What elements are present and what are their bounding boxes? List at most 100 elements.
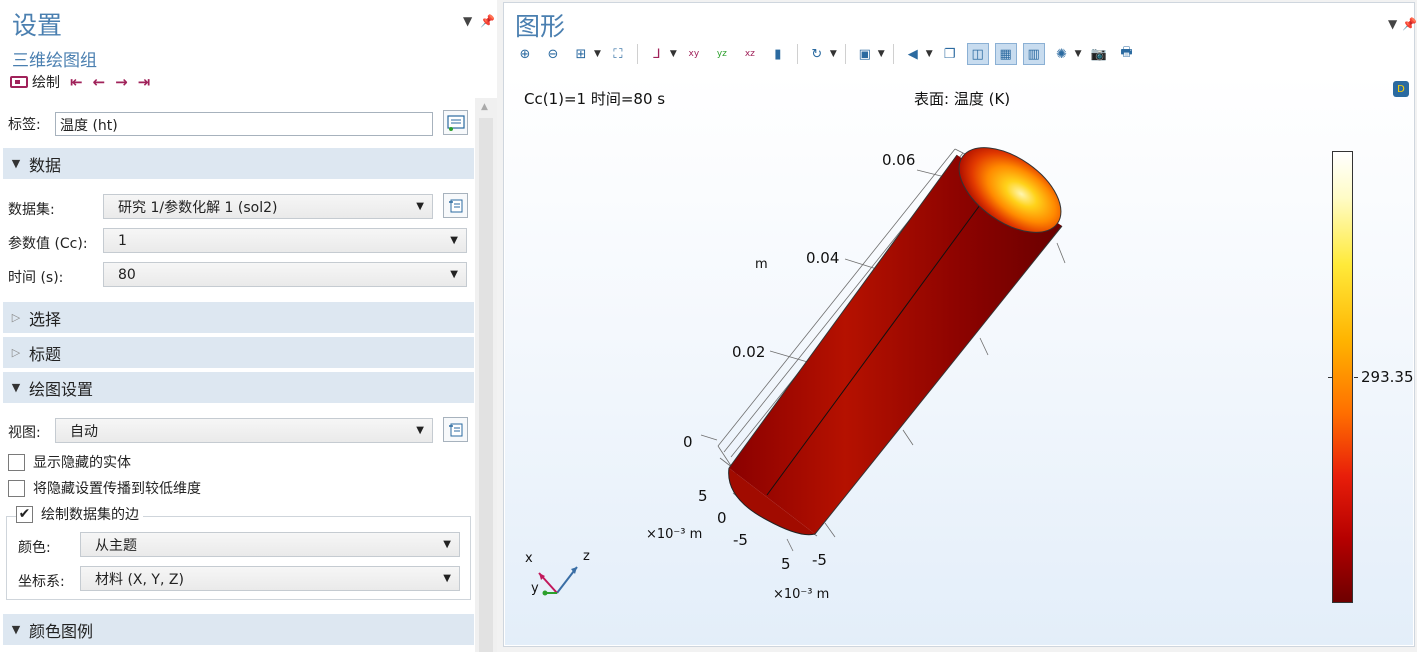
color-label: 颜色: xyxy=(18,540,51,556)
chevron-down-icon[interactable]: ▼ xyxy=(594,49,601,59)
dataset-select[interactable]: 研究 1/参数化解 1 (sol2) ▼ xyxy=(103,194,433,219)
first-icon[interactable]: ⇤ xyxy=(70,73,83,91)
view-label: 视图: xyxy=(8,425,41,441)
plot-button-label: 绘制 xyxy=(32,75,60,91)
graphics-canvas[interactable]: D Cc(1)=1 时间=80 s 表面: 温度 (K) 0.06 0.04 m… xyxy=(505,73,1414,645)
propagate-hidden-row[interactable]: 将隐藏设置传播到较低维度 xyxy=(8,478,201,498)
show-hidden-checkbox[interactable] xyxy=(8,453,25,471)
settings-panel: 设置 ▼ 📌 三维绘图组 绘制 ⇤ ← → ⇥ ▲ 标签: 温度 (ht) ▼ … xyxy=(0,0,497,652)
dataset-value: 研究 1/参数化解 1 (sol2) xyxy=(118,199,278,216)
rotate-icon[interactable]: ↻ xyxy=(806,43,828,65)
chevron-down-icon: ▼ xyxy=(443,573,451,584)
wireframe-icon[interactable]: ◫ xyxy=(966,43,989,65)
toolbar-separator xyxy=(844,44,846,64)
grid-icon[interactable]: ▦ xyxy=(994,43,1017,65)
section-data[interactable]: ▼ 数据 xyxy=(3,148,474,179)
settings-scrollbar[interactable]: ▲ xyxy=(475,98,497,652)
last-icon[interactable]: ⇥ xyxy=(138,73,151,91)
axis-orientation-icon[interactable]: ⅃ xyxy=(646,43,668,65)
toolbar-separator xyxy=(892,44,894,64)
plot-edges-row[interactable]: ✔ 绘制数据集的边 xyxy=(16,504,143,524)
coord-select[interactable]: 材料 (X, Y, Z) ▼ xyxy=(80,566,460,591)
propagate-hidden-label: 将隐藏设置传播到较低维度 xyxy=(33,481,201,497)
x-tick-label: -5 xyxy=(733,531,748,549)
view-xz-icon[interactable]: xz xyxy=(739,43,761,65)
next-icon[interactable]: → xyxy=(115,73,128,91)
show-hidden-row[interactable]: 显示隐藏的实体 xyxy=(8,452,131,472)
scene-light-icon[interactable]: ▮ xyxy=(767,43,789,65)
zoom-box-icon[interactable]: ⊞ xyxy=(570,43,592,65)
panel-menu-icon[interactable]: ▼ xyxy=(463,14,472,28)
time-row: 时间 (s): xyxy=(8,267,63,287)
label-edit-button[interactable] xyxy=(443,110,468,135)
transparency-icon[interactable]: ❐ xyxy=(939,43,961,65)
triad-z-label: z xyxy=(583,549,590,564)
section-plot-settings[interactable]: ▼ 绘图设置 xyxy=(3,372,474,403)
y-unit-label: ×10⁻³ m xyxy=(773,587,830,602)
section-selection-label: 选择 xyxy=(29,309,62,329)
pin-icon[interactable]: 📌 xyxy=(1402,17,1417,31)
colorbar-label: 293.35 xyxy=(1361,368,1414,386)
chevron-down-icon[interactable]: ▼ xyxy=(926,49,933,59)
plot-icon xyxy=(10,76,28,88)
color-select[interactable]: 从主题 ▼ xyxy=(80,532,460,557)
chevron-down-icon[interactable]: ▼ xyxy=(878,49,885,59)
pin-icon[interactable]: 📌 xyxy=(480,14,495,28)
label-row: 标签: xyxy=(8,114,41,134)
z-tick-label: 0.06 xyxy=(882,151,916,169)
z-tick-label: 0.04 xyxy=(806,249,840,267)
view-xy-icon[interactable]: xy xyxy=(683,43,705,65)
chevron-down-icon[interactable]: ▼ xyxy=(670,49,677,59)
time-label: 时间 (s): xyxy=(8,270,64,286)
label-list-icon xyxy=(446,114,465,131)
propagate-hidden-checkbox[interactable] xyxy=(8,479,25,497)
colorbar xyxy=(1332,151,1353,603)
graphics-panel: 图形 ▼ 📌 ⊕ ⊖ ⊞ ▼ ⛶ ⅃ ▼ xy yz xz ▮ ↻ ▼ ▣ ▼ … xyxy=(503,2,1417,647)
previous-icon[interactable]: ← xyxy=(93,73,106,91)
panel-menu-icon[interactable]: ▼ xyxy=(1388,17,1397,31)
chevron-down-icon: ▼ xyxy=(416,425,424,436)
section-title[interactable]: ▷ 标题 xyxy=(3,337,474,368)
view-goto-button[interactable] xyxy=(443,417,468,442)
y-tick-label: 5 xyxy=(781,555,791,573)
select-box-icon[interactable]: ▣ xyxy=(854,43,876,65)
label-field-label: 标签: xyxy=(8,117,41,133)
chevron-down-icon[interactable]: ▼ xyxy=(1075,49,1082,59)
speaker-icon[interactable]: ◀ xyxy=(902,43,924,65)
x-unit-label: ×10⁻³ m xyxy=(646,527,703,542)
render-icon[interactable]: ✺ xyxy=(1051,43,1073,65)
goto-source-icon xyxy=(448,199,462,212)
scroll-up-icon[interactable]: ▲ xyxy=(481,102,488,112)
section-color-legend[interactable]: ▼ 颜色图例 xyxy=(3,614,474,645)
z-unit-label: m xyxy=(755,257,768,272)
dataset-goto-button[interactable] xyxy=(443,193,468,218)
time-select[interactable]: 80 ▼ xyxy=(103,262,467,287)
zoom-in-icon[interactable]: ⊕ xyxy=(514,43,536,65)
camera-icon[interactable]: 📷 xyxy=(1088,43,1110,65)
axis-triad xyxy=(538,566,578,596)
legend-icon[interactable]: ▥ xyxy=(1022,43,1045,65)
chevron-down-icon: ▼ xyxy=(416,201,424,212)
info-hint-icon[interactable]: D xyxy=(1393,81,1409,97)
view-value: 自动 xyxy=(70,423,98,440)
view-yz-icon[interactable]: yz xyxy=(711,43,733,65)
colorbar-tick xyxy=(1328,377,1332,378)
plot-edges-checkbox[interactable]: ✔ xyxy=(16,505,33,523)
goto-source-icon xyxy=(448,423,462,436)
chevron-down-icon: ▼ xyxy=(443,539,451,550)
chevron-down-icon: ▼ xyxy=(450,269,458,280)
param-select[interactable]: 1 ▼ xyxy=(103,228,467,253)
scroll-thumb[interactable] xyxy=(479,118,493,652)
print-icon[interactable]: 🖶 xyxy=(1116,43,1138,65)
zoom-extents-icon[interactable]: ⛶ xyxy=(607,43,629,65)
section-selection[interactable]: ▷ 选择 xyxy=(3,302,474,333)
color-row: 颜色: xyxy=(18,537,51,557)
section-title-label: 标题 xyxy=(29,344,62,364)
chevron-down-icon[interactable]: ▼ xyxy=(830,49,837,59)
view-select[interactable]: 自动 ▼ xyxy=(55,418,433,443)
zoom-out-icon[interactable]: ⊖ xyxy=(542,43,564,65)
label-input[interactable]: 温度 (ht) xyxy=(55,112,433,136)
plot-button[interactable]: 绘制 xyxy=(10,72,60,92)
node-type-label: 三维绘图组 xyxy=(12,51,97,71)
plot-edges-label: 绘制数据集的边 xyxy=(41,507,139,523)
